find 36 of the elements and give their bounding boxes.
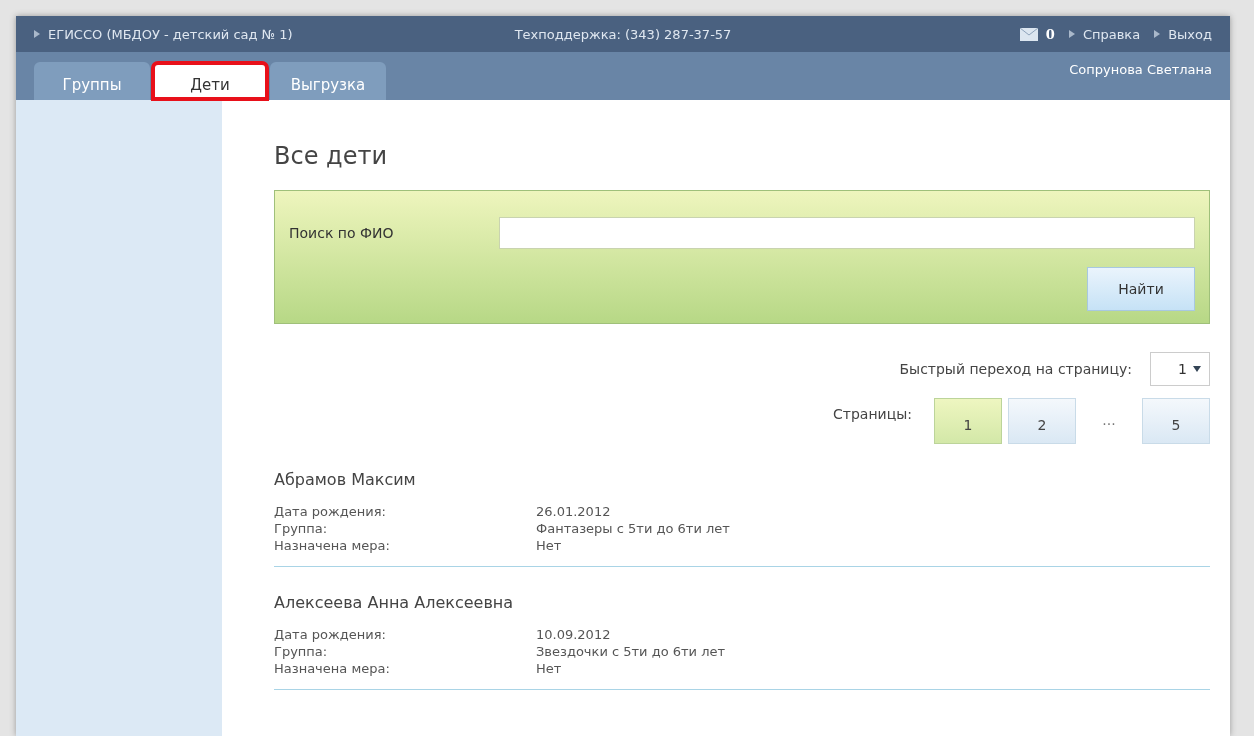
field-label: Группа: <box>274 520 329 537</box>
page-button[interactable]: 1 <box>934 398 1002 444</box>
arrow-icon <box>1154 30 1161 38</box>
pages-label: Страницы: <box>833 406 912 422</box>
child-name: Алексеева Анна Алексеевна <box>274 593 515 612</box>
arrow-icon <box>34 30 40 38</box>
tab[interactable]: Дети <box>152 62 268 100</box>
find-button[interactable]: Найти <box>1087 267 1195 311</box>
search-label: Поиск по ФИО <box>289 225 395 241</box>
field-label: Дата рождения: <box>274 503 387 520</box>
page-title: Все дети <box>274 142 388 170</box>
page-button[interactable]: 5 <box>1142 398 1210 444</box>
mail-icon[interactable] <box>1019 27 1038 41</box>
field-value: Нет <box>536 537 562 554</box>
field-value: 26.01.2012 <box>536 503 611 520</box>
header-link[interactable]: Справка <box>1082 26 1141 42</box>
ellipsis: ... <box>1101 411 1117 428</box>
child-name: Абрамов Максим <box>274 470 417 489</box>
search-field[interactable] <box>499 217 1195 249</box>
field-value: Нет <box>536 660 562 677</box>
arrow-icon <box>1068 30 1075 38</box>
field-value: Звездочки с 5ти до 6ти лет <box>536 643 726 660</box>
support-phone: Техподдержка: (343) 287-37-57 <box>513 26 733 42</box>
field-label: Дата рождения: <box>274 626 387 643</box>
field-label: Назначена мера: <box>274 537 391 554</box>
quick-jump-label: Быстрый переход на страницу: <box>899 361 1132 377</box>
page-button[interactable]: 2 <box>1008 398 1076 444</box>
message-count: 0 <box>1045 26 1055 42</box>
org-name: ЕГИССО (МБДОУ - детский сад № 1) <box>48 26 293 42</box>
field-label: Назначена мера: <box>274 660 391 677</box>
page-dropdown[interactable]: 1 <box>1150 352 1210 386</box>
field-value: Фантазеры с 5ти до 6ти лет <box>536 520 730 537</box>
field-label: Группа: <box>274 643 329 660</box>
field-value: 10.09.2012 <box>536 626 611 643</box>
user-name: Сопрунова Светлана <box>1069 62 1212 77</box>
header-link[interactable]: Выход <box>1168 26 1212 42</box>
